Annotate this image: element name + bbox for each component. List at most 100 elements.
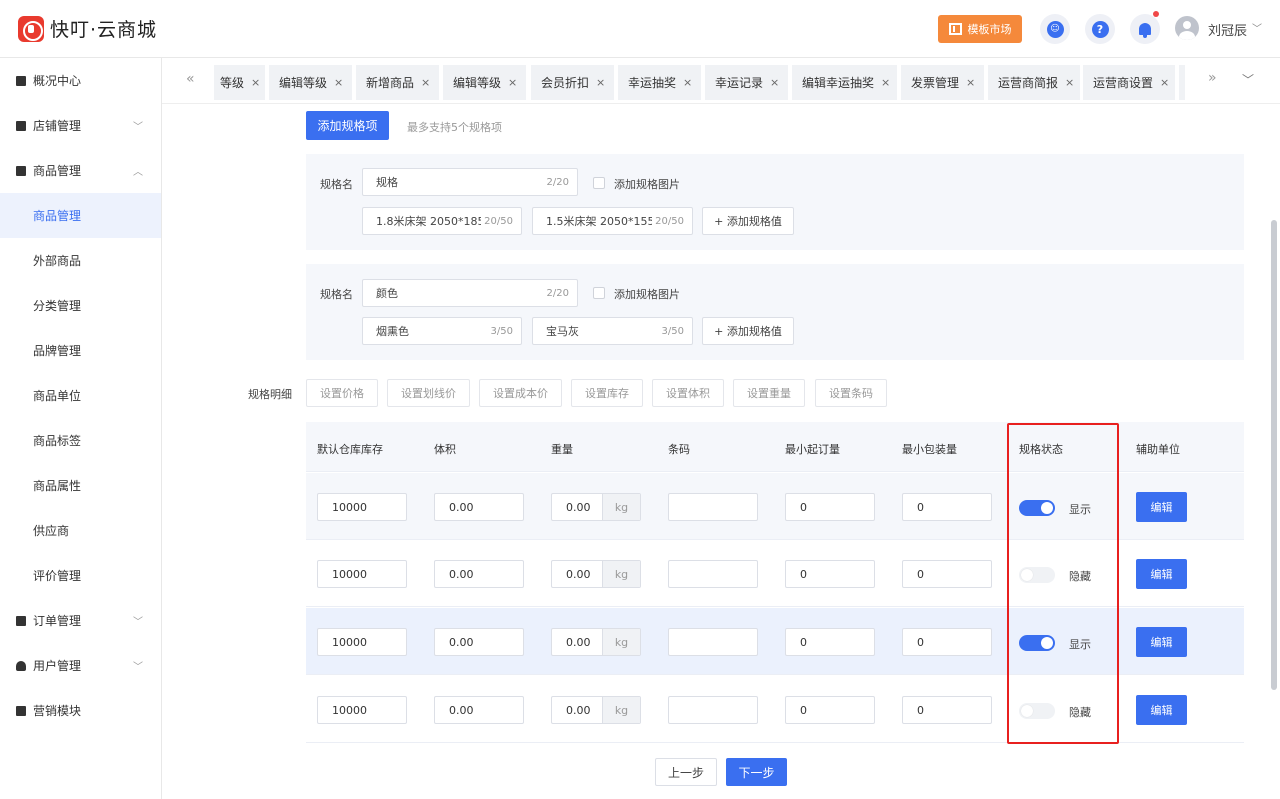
chevron-down-icon[interactable]: ﹀ [1252, 20, 1262, 35]
min-order-input[interactable]: 0 [785, 493, 875, 521]
sidebar-item-category[interactable]: 分类管理 [0, 283, 161, 328]
tab-level[interactable]: 等级 × [214, 65, 265, 100]
add-spec-button[interactable]: 添加规格项 [306, 111, 389, 140]
min-pack-input[interactable]: 0 [902, 696, 992, 724]
sidebar-item-goods-manage[interactable]: 商品管理 [0, 193, 161, 238]
sidebar-item-brand[interactable]: 品牌管理 [0, 328, 161, 373]
set-list-price-button[interactable]: 设置划线价 [387, 379, 470, 407]
min-pack-input[interactable]: 0 [902, 493, 992, 521]
set-barcode-button[interactable]: 设置条码 [815, 379, 887, 407]
tab-member-discount[interactable]: 会员折扣 × [531, 65, 614, 100]
sidebar-item-attribute[interactable]: 商品属性 [0, 463, 161, 508]
spec-name-input[interactable]: 颜色 2/20 [362, 279, 578, 307]
close-icon[interactable]: × [508, 76, 517, 89]
close-icon[interactable]: × [334, 76, 343, 89]
stock-input[interactable]: 10000 [317, 628, 407, 656]
weight-input[interactable]: 0.00 kg [551, 628, 641, 656]
previous-step-button[interactable]: 上一步 [655, 758, 717, 786]
notification-button[interactable] [1130, 11, 1160, 44]
barcode-input[interactable] [668, 560, 758, 588]
weight-input[interactable]: 0.00 kg [551, 560, 641, 588]
edit-unit-button[interactable]: 编辑 [1136, 492, 1187, 522]
tab-lucky-draw[interactable]: 幸运抽奖 × [618, 65, 701, 100]
barcode-input[interactable] [668, 628, 758, 656]
status-toggle[interactable] [1019, 635, 1055, 651]
volume-input[interactable]: 0.00 [434, 696, 524, 724]
help-button[interactable]: ? [1085, 14, 1115, 44]
set-cost-price-button[interactable]: 设置成本价 [479, 379, 562, 407]
close-icon[interactable]: × [770, 76, 779, 89]
min-order-input[interactable]: 0 [785, 696, 875, 724]
barcode-input[interactable] [668, 696, 758, 724]
tabs-scroll-left-icon[interactable]: « [186, 71, 195, 87]
close-icon[interactable]: × [1065, 76, 1074, 89]
sidebar-item-user[interactable]: 用户管理 ﹀ [0, 643, 161, 688]
volume-input[interactable]: 0.00 [434, 560, 524, 588]
set-volume-button[interactable]: 设置体积 [652, 379, 724, 407]
spec-value-input[interactable]: 宝马灰 3/50 [532, 317, 693, 345]
support-button[interactable]: ☺ [1040, 14, 1070, 44]
close-icon[interactable]: × [881, 76, 890, 89]
close-icon[interactable]: × [421, 76, 430, 89]
sidebar-item-goods[interactable]: 商品管理 ︿ [0, 148, 161, 193]
template-market-button[interactable]: 模板市场 [938, 15, 1022, 43]
add-spec-value-button[interactable]: + 添加规格值 [702, 317, 794, 345]
stock-input[interactable]: 10000 [317, 560, 407, 588]
close-icon[interactable]: × [596, 76, 605, 89]
set-weight-button[interactable]: 设置重量 [733, 379, 805, 407]
next-step-button[interactable]: 下一步 [726, 758, 787, 786]
sidebar-item-overview[interactable]: 概况中心 [0, 58, 161, 103]
min-order-input[interactable]: 0 [785, 560, 875, 588]
app-logo[interactable]: 快叮·云商城 [18, 15, 157, 42]
spec-name-input[interactable]: 规格 2/20 [362, 168, 578, 196]
close-icon[interactable]: × [1160, 76, 1169, 89]
edit-unit-button[interactable]: 编辑 [1136, 627, 1187, 657]
add-spec-image-checkbox[interactable] [593, 287, 605, 299]
close-icon[interactable]: × [966, 76, 975, 89]
tab-edit-level-2[interactable]: 编辑等级 × [443, 65, 526, 100]
weight-input[interactable]: 0.00 kg [551, 696, 641, 724]
barcode-input[interactable] [668, 493, 758, 521]
sidebar-item-order[interactable]: 订单管理 ﹀ [0, 598, 161, 643]
sidebar-item-unit[interactable]: 商品单位 [0, 373, 161, 418]
add-spec-value-button[interactable]: + 添加规格值 [702, 207, 794, 235]
chevron-down-icon[interactable]: ﹀ [1242, 71, 1254, 88]
status-toggle[interactable] [1019, 500, 1055, 516]
add-spec-image-label[interactable]: 添加规格图片 [614, 286, 680, 302]
user-name[interactable]: 刘冠辰 [1208, 20, 1247, 39]
spec-value-input[interactable]: 1.8米床架 2050*1850* 20/50 [362, 207, 522, 235]
tab-new-goods[interactable]: 新增商品 × [356, 65, 439, 100]
avatar[interactable] [1175, 16, 1199, 40]
status-toggle[interactable] [1019, 567, 1055, 583]
min-pack-input[interactable]: 0 [902, 560, 992, 588]
close-icon[interactable]: × [251, 76, 260, 89]
add-spec-image-checkbox[interactable] [593, 177, 605, 189]
set-stock-button[interactable]: 设置库存 [571, 379, 643, 407]
tab-invoice[interactable]: 发票管理 × [901, 65, 984, 100]
tab-lucky-record[interactable]: 幸运记录 × [705, 65, 788, 100]
sidebar-item-tag[interactable]: 商品标签 [0, 418, 161, 463]
stock-input[interactable]: 10000 [317, 696, 407, 724]
sidebar-item-review[interactable]: 评价管理 [0, 553, 161, 598]
scrollbar[interactable] [1271, 220, 1277, 690]
stock-input[interactable]: 10000 [317, 493, 407, 521]
status-toggle[interactable] [1019, 703, 1055, 719]
tabs-scroll-right-icon[interactable]: » [1208, 70, 1217, 86]
tab-edit-level[interactable]: 编辑等级 × [269, 65, 352, 100]
close-icon[interactable]: × [683, 76, 692, 89]
weight-input[interactable]: 0.00 kg [551, 493, 641, 521]
tab-operator-brief[interactable]: 运营商简报 × [988, 65, 1080, 100]
min-order-input[interactable]: 0 [785, 628, 875, 656]
sidebar-item-shop[interactable]: 店铺管理 ﹀ [0, 103, 161, 148]
volume-input[interactable]: 0.00 [434, 628, 524, 656]
set-price-button[interactable]: 设置价格 [306, 379, 378, 407]
volume-input[interactable]: 0.00 [434, 493, 524, 521]
sidebar-item-supplier[interactable]: 供应商 [0, 508, 161, 553]
edit-unit-button[interactable]: 编辑 [1136, 695, 1187, 725]
sidebar-item-marketing[interactable]: 营销模块 [0, 688, 161, 733]
add-spec-image-label[interactable]: 添加规格图片 [614, 176, 680, 192]
tab-edit-lucky-draw[interactable]: 编辑幸运抽奖 × [792, 65, 897, 100]
edit-unit-button[interactable]: 编辑 [1136, 559, 1187, 589]
spec-value-input[interactable]: 1.5米床架 2050*1550* 20/50 [532, 207, 693, 235]
min-pack-input[interactable]: 0 [902, 628, 992, 656]
